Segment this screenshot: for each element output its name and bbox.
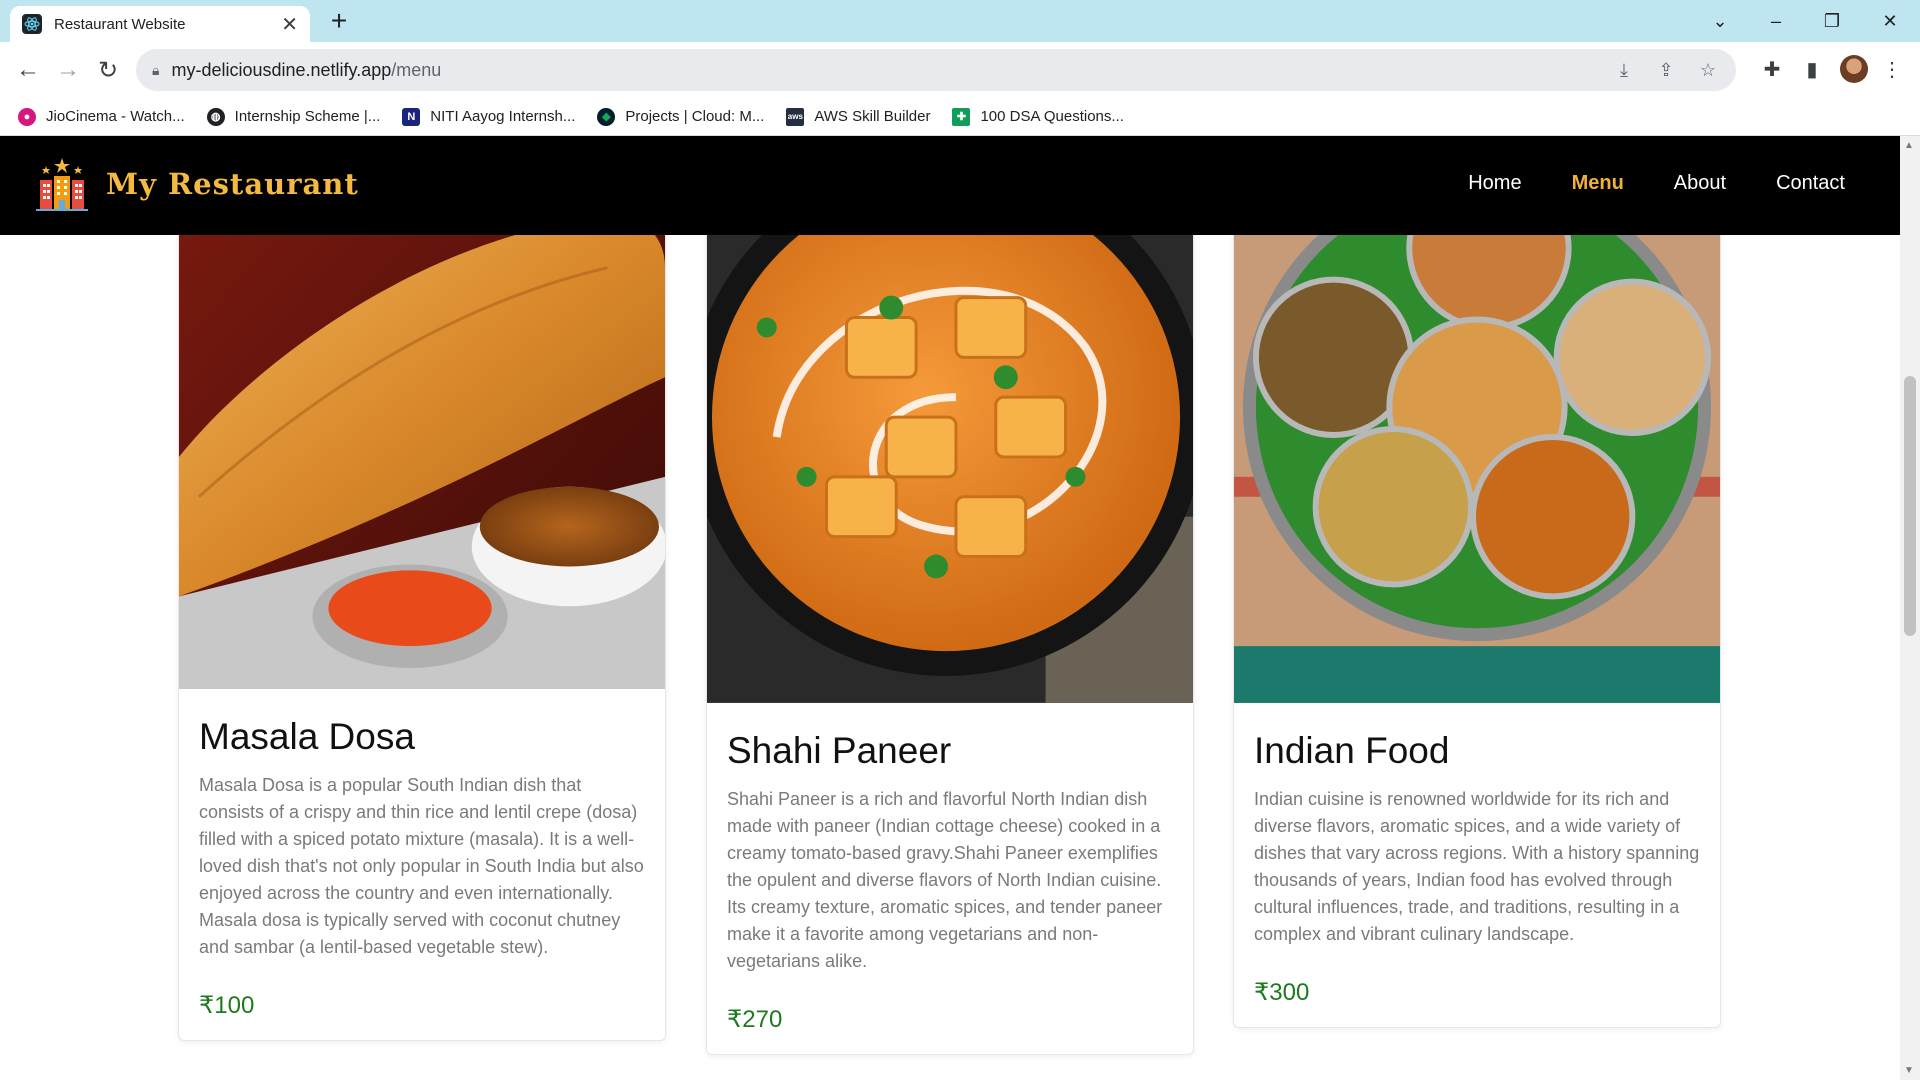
lock-icon[interactable]: 🔒︎	[152, 62, 159, 79]
page-viewport: My Restaurant Home Menu About Contact Ma…	[0, 136, 1900, 1080]
tab-close-icon[interactable]: ✕	[281, 12, 298, 37]
reload-icon[interactable]: ↻	[92, 54, 124, 86]
site-nav-links: Home Menu About Contact	[1468, 172, 1845, 195]
mongodb-leaf-icon: ◆	[597, 107, 616, 126]
bookmark-label: Projects | Cloud: M...	[625, 108, 765, 125]
new-tab-icon[interactable]: +	[324, 6, 354, 36]
forward-icon[interactable]: →	[52, 54, 84, 86]
card-body: Indian Food Indian cuisine is renowned w…	[1234, 704, 1720, 1027]
nav-link-menu[interactable]: Menu	[1572, 172, 1624, 195]
nav-link-home[interactable]: Home	[1468, 172, 1521, 195]
dish-price: ₹300	[1254, 979, 1310, 1006]
shahi-paneer-image	[707, 177, 1193, 703]
restaurant-logo-icon	[36, 158, 88, 211]
dish-title: Masala Dosa	[199, 716, 415, 757]
more-menu-icon[interactable]: ⋮	[1876, 54, 1908, 86]
dish-title: Indian Food	[1254, 730, 1450, 771]
globe-icon: ◍	[206, 107, 225, 126]
bookmark-star-icon[interactable]: ☆	[1696, 58, 1720, 82]
dish-description: Indian cuisine is renowned worldwide for…	[1254, 789, 1700, 944]
bookmark-label: NITI Aayog Internsh...	[430, 108, 576, 125]
jiocinema-icon: ●	[18, 107, 36, 126]
tab-title: Restaurant Website	[54, 15, 186, 33]
bookmark-item[interactable]: N NITI Aayog Internsh...	[402, 107, 576, 126]
site-navbar: My Restaurant Home Menu About Contact	[0, 136, 1900, 235]
browser-tab[interactable]: Restaurant Website ✕	[10, 6, 310, 42]
close-window-icon[interactable]: ✕	[1870, 6, 1910, 36]
minimize-icon[interactable]: –	[1756, 6, 1796, 36]
indian-thali-image	[1234, 177, 1720, 703]
brand[interactable]: My Restaurant	[32, 154, 359, 214]
bookmark-item[interactable]: aws AWS Skill Builder	[786, 107, 931, 126]
google-sheets-icon: ✚	[952, 107, 971, 126]
browser-tab-strip: Restaurant Website ✕ + ⌄ – ❐ ✕	[0, 0, 1920, 42]
back-icon[interactable]: ←	[12, 54, 44, 86]
bookmark-label: Internship Scheme |...	[234, 108, 381, 125]
dish-price: ₹100	[199, 992, 255, 1019]
bookmarks-bar: ● JioCinema - Watch... ◍ Internship Sche…	[0, 98, 1920, 136]
dish-price: ₹270	[727, 1006, 783, 1033]
url-host: my-deliciousdine.netlify.app	[171, 59, 392, 80]
scrollbar-thumb[interactable]	[1904, 376, 1916, 636]
bookmark-item[interactable]: ● JioCinema - Watch...	[18, 107, 185, 126]
card-body: Shahi Paneer Shahi Paneer is a rich and …	[707, 704, 1193, 1054]
menu-card: Shahi Paneer Shahi Paneer is a rich and …	[706, 176, 1194, 1055]
bookmark-label: AWS Skill Builder	[814, 108, 931, 125]
bookmark-label: JioCinema - Watch...	[46, 108, 185, 125]
page-scrollbar[interactable]: ▲ ▼	[1900, 136, 1920, 1080]
nav-link-contact[interactable]: Contact	[1776, 172, 1845, 195]
scroll-down-icon[interactable]: ▼	[1904, 1065, 1914, 1076]
bookmark-item[interactable]: ◍ Internship Scheme |...	[206, 107, 381, 126]
react-favicon-icon	[22, 14, 42, 34]
niti-aayog-icon: N	[402, 107, 421, 126]
card-body: Masala Dosa Masala Dosa is a popular Sou…	[179, 690, 665, 1040]
side-panel-icon[interactable]: ▮	[1796, 54, 1828, 86]
dish-description: Shahi Paneer is a rich and flavorful Nor…	[727, 789, 1163, 971]
masala-dosa-image	[179, 178, 665, 689]
browser-toolbar: ← → ↻ 🔒︎ my-deliciousdine.netlify.app/me…	[0, 42, 1920, 98]
url-path: /menu	[391, 59, 442, 80]
nav-link-about[interactable]: About	[1674, 172, 1726, 195]
bookmark-item[interactable]: ✚ 100 DSA Questions...	[952, 107, 1124, 126]
restore-icon[interactable]: ❐	[1812, 6, 1852, 36]
install-app-icon[interactable]: ⤓	[1612, 58, 1636, 82]
aws-icon: aws	[786, 107, 805, 126]
menu-card: Indian Food Indian cuisine is renowned w…	[1233, 176, 1721, 1028]
scroll-up-icon[interactable]: ▲	[1904, 140, 1914, 151]
dish-description: Masala Dosa is a popular South Indian di…	[199, 775, 644, 957]
bookmark-label: 100 DSA Questions...	[980, 108, 1124, 125]
extensions-icon[interactable]: ✚	[1756, 54, 1788, 86]
brand-name: My Restaurant	[106, 167, 359, 201]
menu-card: Masala Dosa Masala Dosa is a popular Sou…	[178, 176, 666, 1041]
profile-avatar[interactable]	[1840, 55, 1868, 83]
address-bar[interactable]: 🔒︎ my-deliciousdine.netlify.app/menu ⤓ ⇪…	[136, 49, 1736, 91]
share-icon[interactable]: ⇪	[1654, 58, 1678, 82]
tab-search-icon[interactable]: ⌄	[1700, 6, 1740, 36]
bookmark-item[interactable]: ◆ Projects | Cloud: M...	[597, 107, 765, 126]
dish-title: Shahi Paneer	[727, 730, 952, 771]
